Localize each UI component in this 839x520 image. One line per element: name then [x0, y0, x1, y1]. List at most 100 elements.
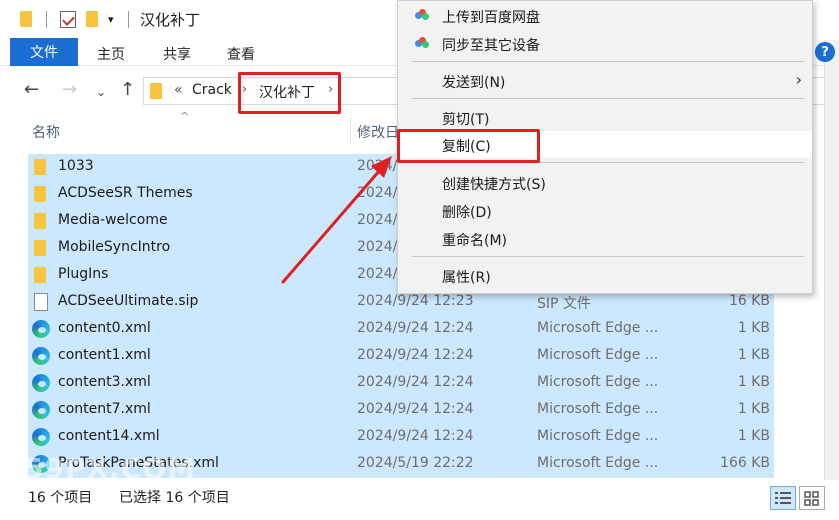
highlight-box-copy — [397, 129, 540, 163]
edge-icon — [32, 347, 50, 365]
file-name: MobileSyncIntro — [58, 239, 171, 255]
file-row[interactable]: content7.xml 2024/9/24 12:24 Microsoft E… — [28, 397, 774, 424]
address-folder-icon — [150, 83, 162, 99]
tab-file[interactable]: 文件 — [10, 38, 78, 66]
breadcrumb-crack[interactable]: Crack — [192, 82, 232, 98]
large-icons-view-button[interactable] — [799, 486, 825, 510]
file-row[interactable]: content1.xml 2024/9/24 12:24 Microsoft E… — [28, 343, 774, 370]
folder-icon — [34, 159, 46, 175]
tab-share[interactable]: 共享 — [163, 44, 191, 64]
large-icons-view-icon — [804, 491, 819, 506]
file-date: 2024/9/24 12:24 — [357, 401, 474, 417]
folder-icon — [34, 267, 46, 283]
file-size: 1 KB — [737, 347, 770, 363]
menu-item-properties[interactable]: 属性(R) — [399, 262, 812, 289]
file-type: Microsoft Edge ... — [537, 401, 659, 417]
up-arrow-icon[interactable]: ↑ — [120, 80, 135, 100]
file-name: content0.xml — [58, 320, 151, 336]
file-size: 1 KB — [737, 374, 770, 390]
edge-icon — [32, 428, 50, 446]
file-date: 2024/9/24 12:24 — [357, 347, 474, 363]
file-name: content7.xml — [58, 401, 151, 417]
submenu-chevron-icon: › — [795, 70, 802, 89]
back-arrow-icon[interactable]: ← — [24, 80, 39, 100]
menu-item-cut[interactable]: 剪切(T) — [399, 104, 812, 131]
menu-separator — [412, 256, 804, 257]
file-type: Microsoft Edge ... — [537, 374, 659, 390]
file-row[interactable]: content0.xml 2024/9/24 12:24 Microsoft E… — [28, 316, 774, 343]
menu-separator — [412, 61, 804, 62]
file-name: PlugIns — [58, 266, 109, 282]
details-view-icon — [775, 492, 791, 504]
file-name: content14.xml — [58, 428, 160, 444]
file-date: 2024/ — [357, 239, 398, 255]
edge-icon — [32, 374, 50, 392]
baidu-cloud-icon — [415, 9, 429, 21]
menu-item-delete[interactable]: 删除(D) — [399, 197, 812, 224]
status-item-count: 16 个项目 — [28, 490, 93, 506]
menu-item-create-shortcut[interactable]: 创建快捷方式(S) — [399, 169, 812, 196]
window-title: 汉化补丁 — [140, 11, 201, 29]
menu-item-sync-device[interactable]: 同步至其它设备 — [399, 30, 812, 57]
file-name: content3.xml — [58, 374, 151, 390]
menu-item-send-to[interactable]: 发送到(N) › — [399, 67, 812, 94]
status-selected-count: 已选择 16 个项目 — [119, 490, 230, 506]
column-header-date[interactable]: 修改日 — [357, 122, 399, 142]
edge-icon — [32, 401, 50, 419]
tab-view[interactable]: 查看 — [227, 44, 255, 64]
file-name: ACDSeeSR Themes — [58, 185, 193, 201]
edge-icon — [32, 320, 50, 338]
folder-icon — [20, 10, 32, 28]
file-explorer-window: ▾ 汉化补丁 文件 主页 共享 查看 ← → ⌄ ↑ « Crack › 汉化补… — [0, 0, 839, 520]
file-size: 1 KB — [737, 401, 770, 417]
vertical-scrollbar[interactable] — [824, 40, 839, 480]
menu-item-upload-baidu[interactable]: 上传到百度网盘 — [399, 2, 812, 29]
file-date: 2024/9/24 12:24 — [357, 374, 474, 390]
file-date: 2024/9/24 12:23 — [357, 293, 474, 309]
file-date: 2024/5/19 22:22 — [357, 455, 474, 471]
file-name: content1.xml — [58, 347, 151, 363]
properties-check-icon[interactable] — [60, 10, 76, 28]
file-date: 2024/ — [357, 158, 398, 174]
menu-item-rename[interactable]: 重命名(M) — [399, 225, 812, 252]
file-size: 16 KB — [728, 293, 770, 309]
folder-icon — [34, 186, 46, 202]
column-divider[interactable] — [350, 118, 351, 144]
forward-arrow-icon[interactable]: → — [62, 80, 77, 100]
file-type: Microsoft Edge ... — [537, 320, 659, 336]
divider — [46, 11, 47, 28]
file-type: SIP 文件 — [537, 296, 591, 312]
help-icon[interactable]: ? — [815, 42, 835, 62]
new-folder-icon[interactable] — [86, 10, 98, 28]
divider — [128, 11, 129, 28]
breadcrumb-overflow[interactable]: « — [174, 82, 183, 98]
details-view-button[interactable] — [770, 486, 796, 510]
file-date: 2024/ — [357, 185, 398, 201]
quick-access-dropdown-icon[interactable]: ▾ — [108, 10, 114, 28]
folder-icon — [34, 240, 46, 256]
recent-locations-chevron-icon[interactable]: ⌄ — [96, 82, 106, 102]
file-name: Media-welcome — [58, 212, 168, 228]
file-date: 2024/ — [357, 212, 398, 228]
file-type: Microsoft Edge ... — [537, 347, 659, 363]
menu-separator — [412, 98, 804, 99]
highlight-box-breadcrumb — [238, 72, 341, 114]
folder-icon — [34, 213, 46, 229]
file-name: ACDSeeUltimate.sip — [58, 293, 199, 309]
column-header-name[interactable]: 名称 — [32, 122, 60, 142]
file-date: 2024/ — [357, 266, 398, 282]
file-date: 2024/9/24 12:24 — [357, 428, 474, 444]
baidu-sync-icon — [415, 37, 429, 49]
tab-home[interactable]: 主页 — [97, 44, 125, 64]
file-row[interactable]: content3.xml 2024/9/24 12:24 Microsoft E… — [28, 370, 774, 397]
file-type: Microsoft Edge ... — [537, 428, 659, 444]
sort-up-icon: ^ — [180, 110, 190, 123]
file-size: 1 KB — [737, 320, 770, 336]
file-type: Microsoft Edge ... — [537, 455, 659, 471]
file-size: 166 KB — [720, 455, 770, 471]
file-size: 1 KB — [737, 428, 770, 444]
file-icon — [34, 293, 48, 311]
file-name: 1033 — [58, 158, 94, 174]
file-date: 2024/9/24 12:24 — [357, 320, 474, 336]
file-row[interactable]: content14.xml 2024/9/24 12:24 Microsoft … — [28, 424, 774, 451]
